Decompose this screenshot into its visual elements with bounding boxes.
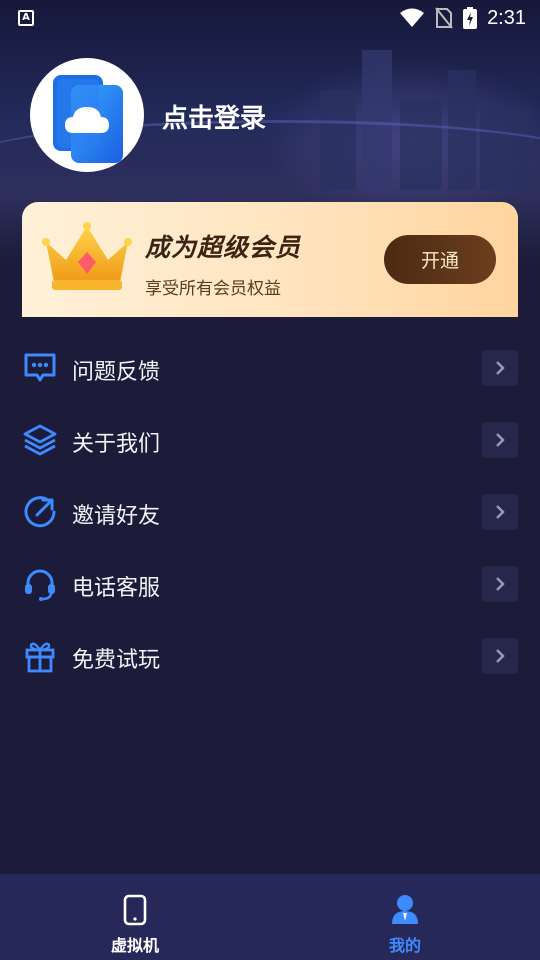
menu-item-label: 免费试玩 xyxy=(72,648,161,673)
menu-item-label: 电话客服 xyxy=(72,576,161,601)
status-bar: A 2:31 xyxy=(0,0,540,36)
person-icon xyxy=(391,894,419,928)
a-notification-icon: A xyxy=(18,10,34,26)
menu-item-customer-service[interactable]: 电话客服 xyxy=(0,548,540,620)
menu-item-invite[interactable]: 邀请好友 xyxy=(0,476,540,548)
chevron-right-icon xyxy=(482,350,518,386)
menu-item-free-trial[interactable]: 免费试玩 xyxy=(0,620,540,692)
chevron-right-icon xyxy=(482,638,518,674)
battery-charging-icon xyxy=(463,7,478,29)
share-arrow-circle-icon xyxy=(22,494,58,530)
settings-menu: 问题反馈 关于我们 邀请好友 电话客服 免费试玩 xyxy=(0,332,540,692)
bottom-tab-bar: 虚拟机 我的 xyxy=(0,874,540,960)
feedback-chat-icon xyxy=(22,350,58,386)
tab-virtual-machine[interactable]: 虚拟机 xyxy=(0,874,270,960)
gift-icon xyxy=(22,638,58,674)
avatar[interactable] xyxy=(30,58,144,172)
tab-label: 我的 xyxy=(388,936,421,955)
vip-card[interactable]: 成为超级会员 享受所有会员权益 开通 xyxy=(22,202,518,317)
menu-item-feedback[interactable]: 问题反馈 xyxy=(0,332,540,404)
menu-item-label: 关于我们 xyxy=(72,432,161,457)
chevron-right-icon xyxy=(482,494,518,530)
wifi-icon xyxy=(400,8,425,27)
vip-title: 成为超级会员 xyxy=(145,233,302,262)
layers-icon xyxy=(22,422,58,458)
cloud-phone-icon xyxy=(37,65,137,165)
menu-item-label: 邀请好友 xyxy=(72,504,161,529)
crown-icon xyxy=(42,222,132,290)
menu-item-label: 问题反馈 xyxy=(72,360,161,385)
vip-subtitle: 享受所有会员权益 xyxy=(145,279,281,299)
status-time: 2:31 xyxy=(487,6,526,29)
chevron-right-icon xyxy=(482,566,518,602)
tab-label: 虚拟机 xyxy=(110,936,159,955)
vip-open-button[interactable]: 开通 xyxy=(384,235,496,284)
chevron-right-icon xyxy=(482,422,518,458)
status-icons: 2:31 xyxy=(399,6,526,30)
login-button[interactable]: 点击登录 xyxy=(162,98,266,135)
phone-icon xyxy=(123,894,147,930)
menu-item-about[interactable]: 关于我们 xyxy=(0,404,540,476)
no-sim-icon xyxy=(435,7,453,29)
headset-icon xyxy=(22,566,58,602)
tab-mine[interactable]: 我的 xyxy=(270,874,540,960)
